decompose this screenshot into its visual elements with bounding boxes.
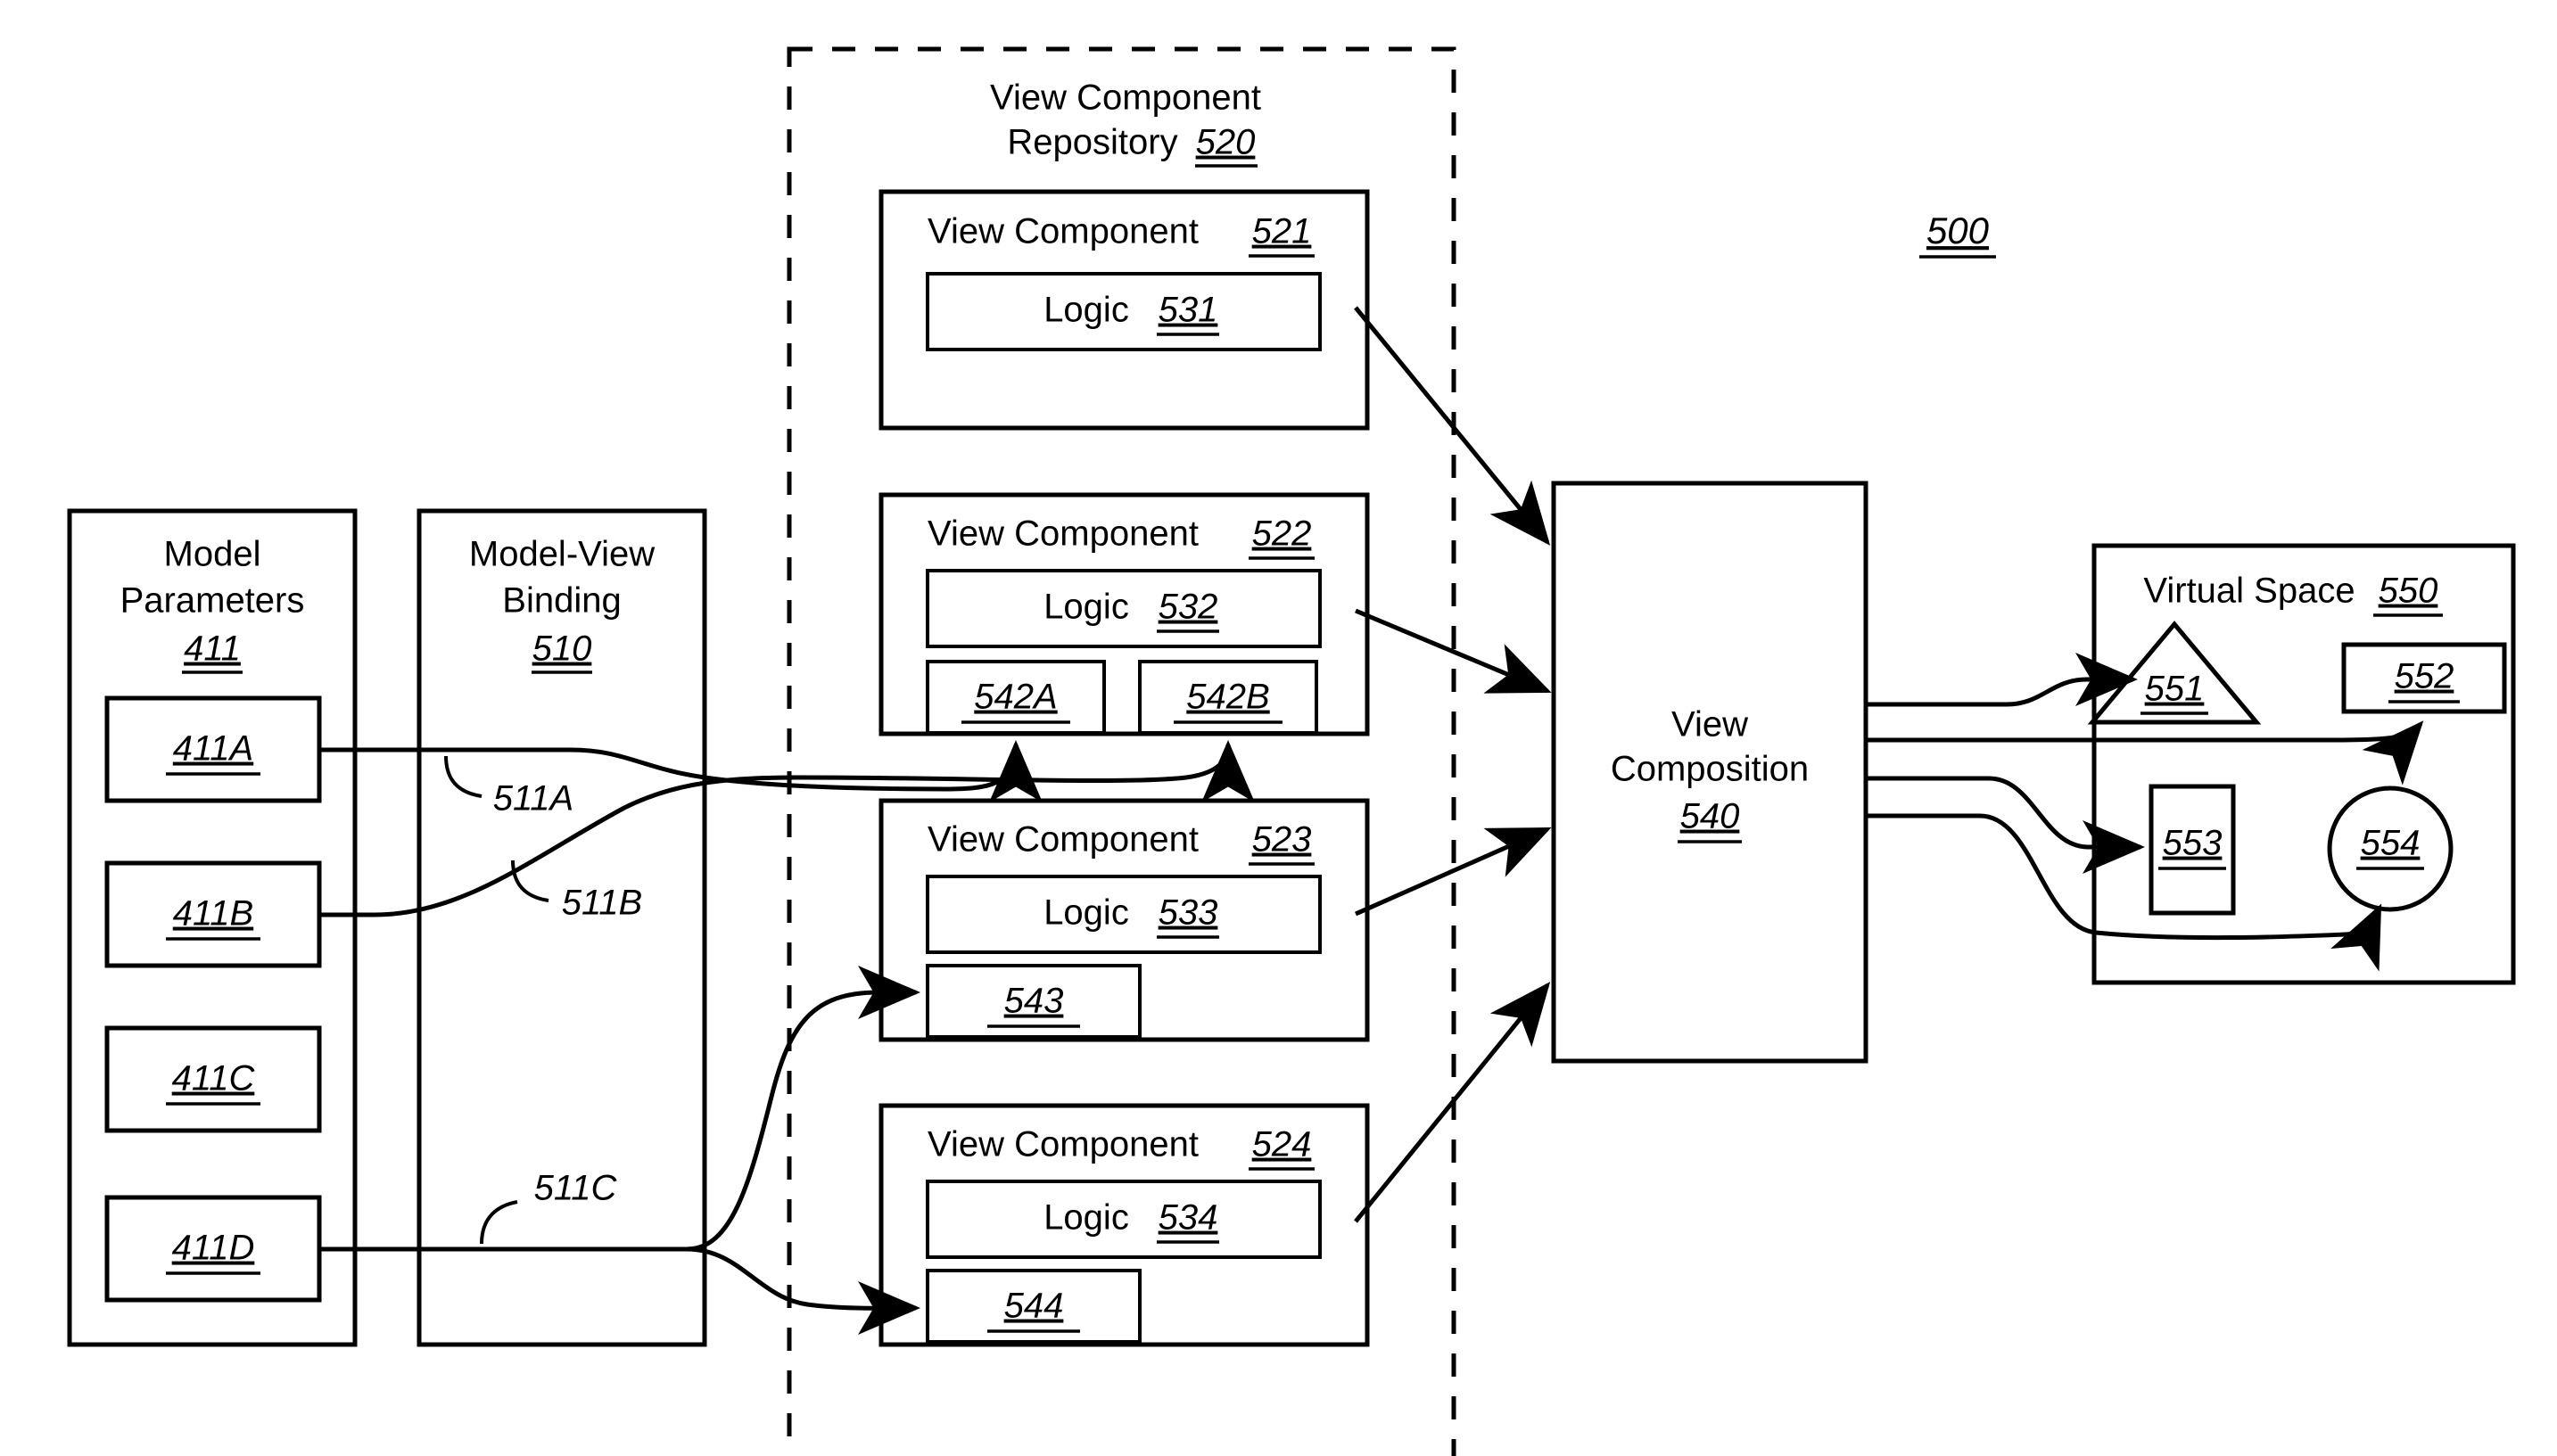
- view-component-524-logic-ref: 534: [1159, 1198, 1218, 1238]
- connector-composition-to-553: [1866, 776, 2145, 874]
- connector-411d-to-543: [319, 966, 920, 1252]
- model-parameter-411a[interactable]: 411A: [104, 695, 322, 803]
- view-composition-title-line2: Composition: [1611, 750, 1809, 789]
- view-component-524-ref: 524: [1252, 1125, 1312, 1164]
- model-parameter-411d-label: 411D: [172, 1229, 255, 1268]
- virtual-object-552-label: 552: [2395, 657, 2454, 696]
- view-component-521-logic[interactable]: Logic 531: [926, 272, 1322, 351]
- binding-511c: 511C: [480, 1169, 618, 1245]
- model-parameter-411c[interactable]: 411C: [104, 1025, 322, 1133]
- connector-composition-to-554: [1866, 813, 2382, 972]
- view-component-523-logic-ref: 533: [1159, 893, 1218, 933]
- view-component-524-logic-label: Logic: [1043, 1198, 1129, 1238]
- view-composition[interactable]: View Composition 540: [1551, 481, 1868, 1064]
- virtual-space-title: Virtual Space: [2143, 572, 2355, 611]
- binding-511b: 511B: [511, 860, 642, 923]
- binding-511b-label: 511B: [562, 884, 642, 923]
- view-composition-ref: 540: [1680, 797, 1740, 836]
- view-component-524-title: View Component: [928, 1125, 1199, 1164]
- virtual-object-553[interactable]: 553: [2149, 784, 2236, 916]
- repository-title-line1: View Component: [990, 78, 1261, 118]
- model-parameters-panel: Model Parameters 411 411A 411B 411C 411D: [67, 508, 358, 1347]
- model-view-binding-title-line1: Model-View: [469, 535, 655, 574]
- view-component-523-logic-label: Logic: [1043, 893, 1129, 933]
- view-component-522-output-542b[interactable]: 542B: [1138, 660, 1318, 735]
- view-component-522-logic[interactable]: Logic 532: [926, 569, 1322, 648]
- view-component-521-title: View Component: [928, 212, 1199, 251]
- binding-511c-leader: [480, 1200, 518, 1245]
- view-component-repository: View Component Repository 520: [787, 46, 1456, 1456]
- view-component-522-logic-ref: 532: [1159, 588, 1218, 627]
- connector-411a-to-542a: [319, 740, 1043, 803]
- view-component-523-ref: 523: [1252, 820, 1312, 860]
- view-component-524-output-544[interactable]: 544: [926, 1269, 1142, 1344]
- view-composition-title-line1: View: [1671, 705, 1748, 744]
- diagram-canvas: 500 View Component Repository 520 Model …: [67, 46, 2516, 1456]
- view-component-523-logic[interactable]: Logic 533: [926, 875, 1322, 954]
- repository-title-line2: Repository: [1007, 123, 1177, 162]
- binding-511c-label: 511C: [534, 1169, 618, 1208]
- binding-511b-leader: [511, 860, 549, 902]
- virtual-space-panel: Virtual Space 550 551 552 553 554: [2087, 543, 2516, 985]
- model-parameter-411b[interactable]: 411B: [104, 860, 322, 968]
- view-component-522-output-542a-label: 542A: [974, 678, 1057, 717]
- virtual-object-554[interactable]: 554: [2327, 786, 2454, 912]
- virtual-space-border: [2091, 543, 2516, 985]
- virtual-space-ref: 550: [2379, 572, 2438, 611]
- view-component-521-logic-label: Logic: [1043, 291, 1129, 330]
- model-parameters-title-line1: Model: [164, 535, 261, 574]
- view-component-524-logic[interactable]: Logic 534: [926, 1180, 1322, 1259]
- view-component-522-output-542a[interactable]: 542A: [926, 660, 1106, 735]
- model-parameters-title-line2: Parameters: [120, 581, 305, 621]
- view-component-522-title: View Component: [928, 514, 1199, 554]
- virtual-object-551-label: 551: [2145, 670, 2205, 709]
- view-component-521[interactable]: View Component 521 Logic 531: [878, 189, 1370, 431]
- virtual-object-554-label: 554: [2361, 824, 2421, 863]
- view-component-521-logic-ref: 531: [1159, 291, 1218, 330]
- view-component-523-output-543[interactable]: 543: [926, 964, 1142, 1039]
- binding-511a-leader: [444, 755, 483, 798]
- figure-number: 500: [1919, 210, 1996, 259]
- view-component-522-ref: 522: [1252, 514, 1312, 554]
- view-component-522[interactable]: View Component 522 Logic 532 542A 542B: [878, 492, 1370, 736]
- connector-composition-to-552: [1866, 720, 2424, 786]
- view-component-523[interactable]: View Component 523 Logic 533 543: [878, 798, 1370, 1042]
- virtual-object-551[interactable]: 551: [2087, 621, 2262, 725]
- model-parameter-411c-label: 411C: [172, 1059, 256, 1098]
- view-component-522-output-542b-label: 542B: [1186, 678, 1269, 717]
- patent-figure-500: 500 View Component Repository 520 Model …: [0, 0, 2557, 1456]
- model-parameters-ref: 411: [184, 629, 241, 669]
- model-view-binding-ref: 510: [532, 629, 592, 669]
- view-component-523-title: View Component: [928, 820, 1199, 860]
- model-parameter-411b-label: 411B: [173, 894, 253, 934]
- model-parameter-411d[interactable]: 411D: [104, 1195, 322, 1303]
- binding-511a-label: 511A: [493, 779, 573, 818]
- binding-511a: 511A: [444, 755, 573, 818]
- view-component-521-ref: 521: [1252, 212, 1312, 251]
- model-parameter-411a-label: 411A: [173, 729, 253, 769]
- model-view-binding-title-line2: Binding: [502, 581, 621, 621]
- view-component-523-output-543-label: 543: [1004, 982, 1064, 1021]
- model-view-binding-panel: Model-View Binding 510: [417, 508, 707, 1347]
- virtual-object-552[interactable]: 552: [2341, 642, 2507, 714]
- view-component-524-output-544-label: 544: [1004, 1287, 1064, 1326]
- virtual-object-553-label: 553: [2163, 824, 2223, 863]
- figure-number-text: 500: [1926, 210, 1990, 251]
- repository-ref: 520: [1196, 123, 1256, 162]
- repository-dashed-border: [787, 46, 1456, 1456]
- view-component-524[interactable]: View Component 524 Logic 534 544: [878, 1103, 1370, 1347]
- view-component-522-logic-label: Logic: [1043, 588, 1129, 627]
